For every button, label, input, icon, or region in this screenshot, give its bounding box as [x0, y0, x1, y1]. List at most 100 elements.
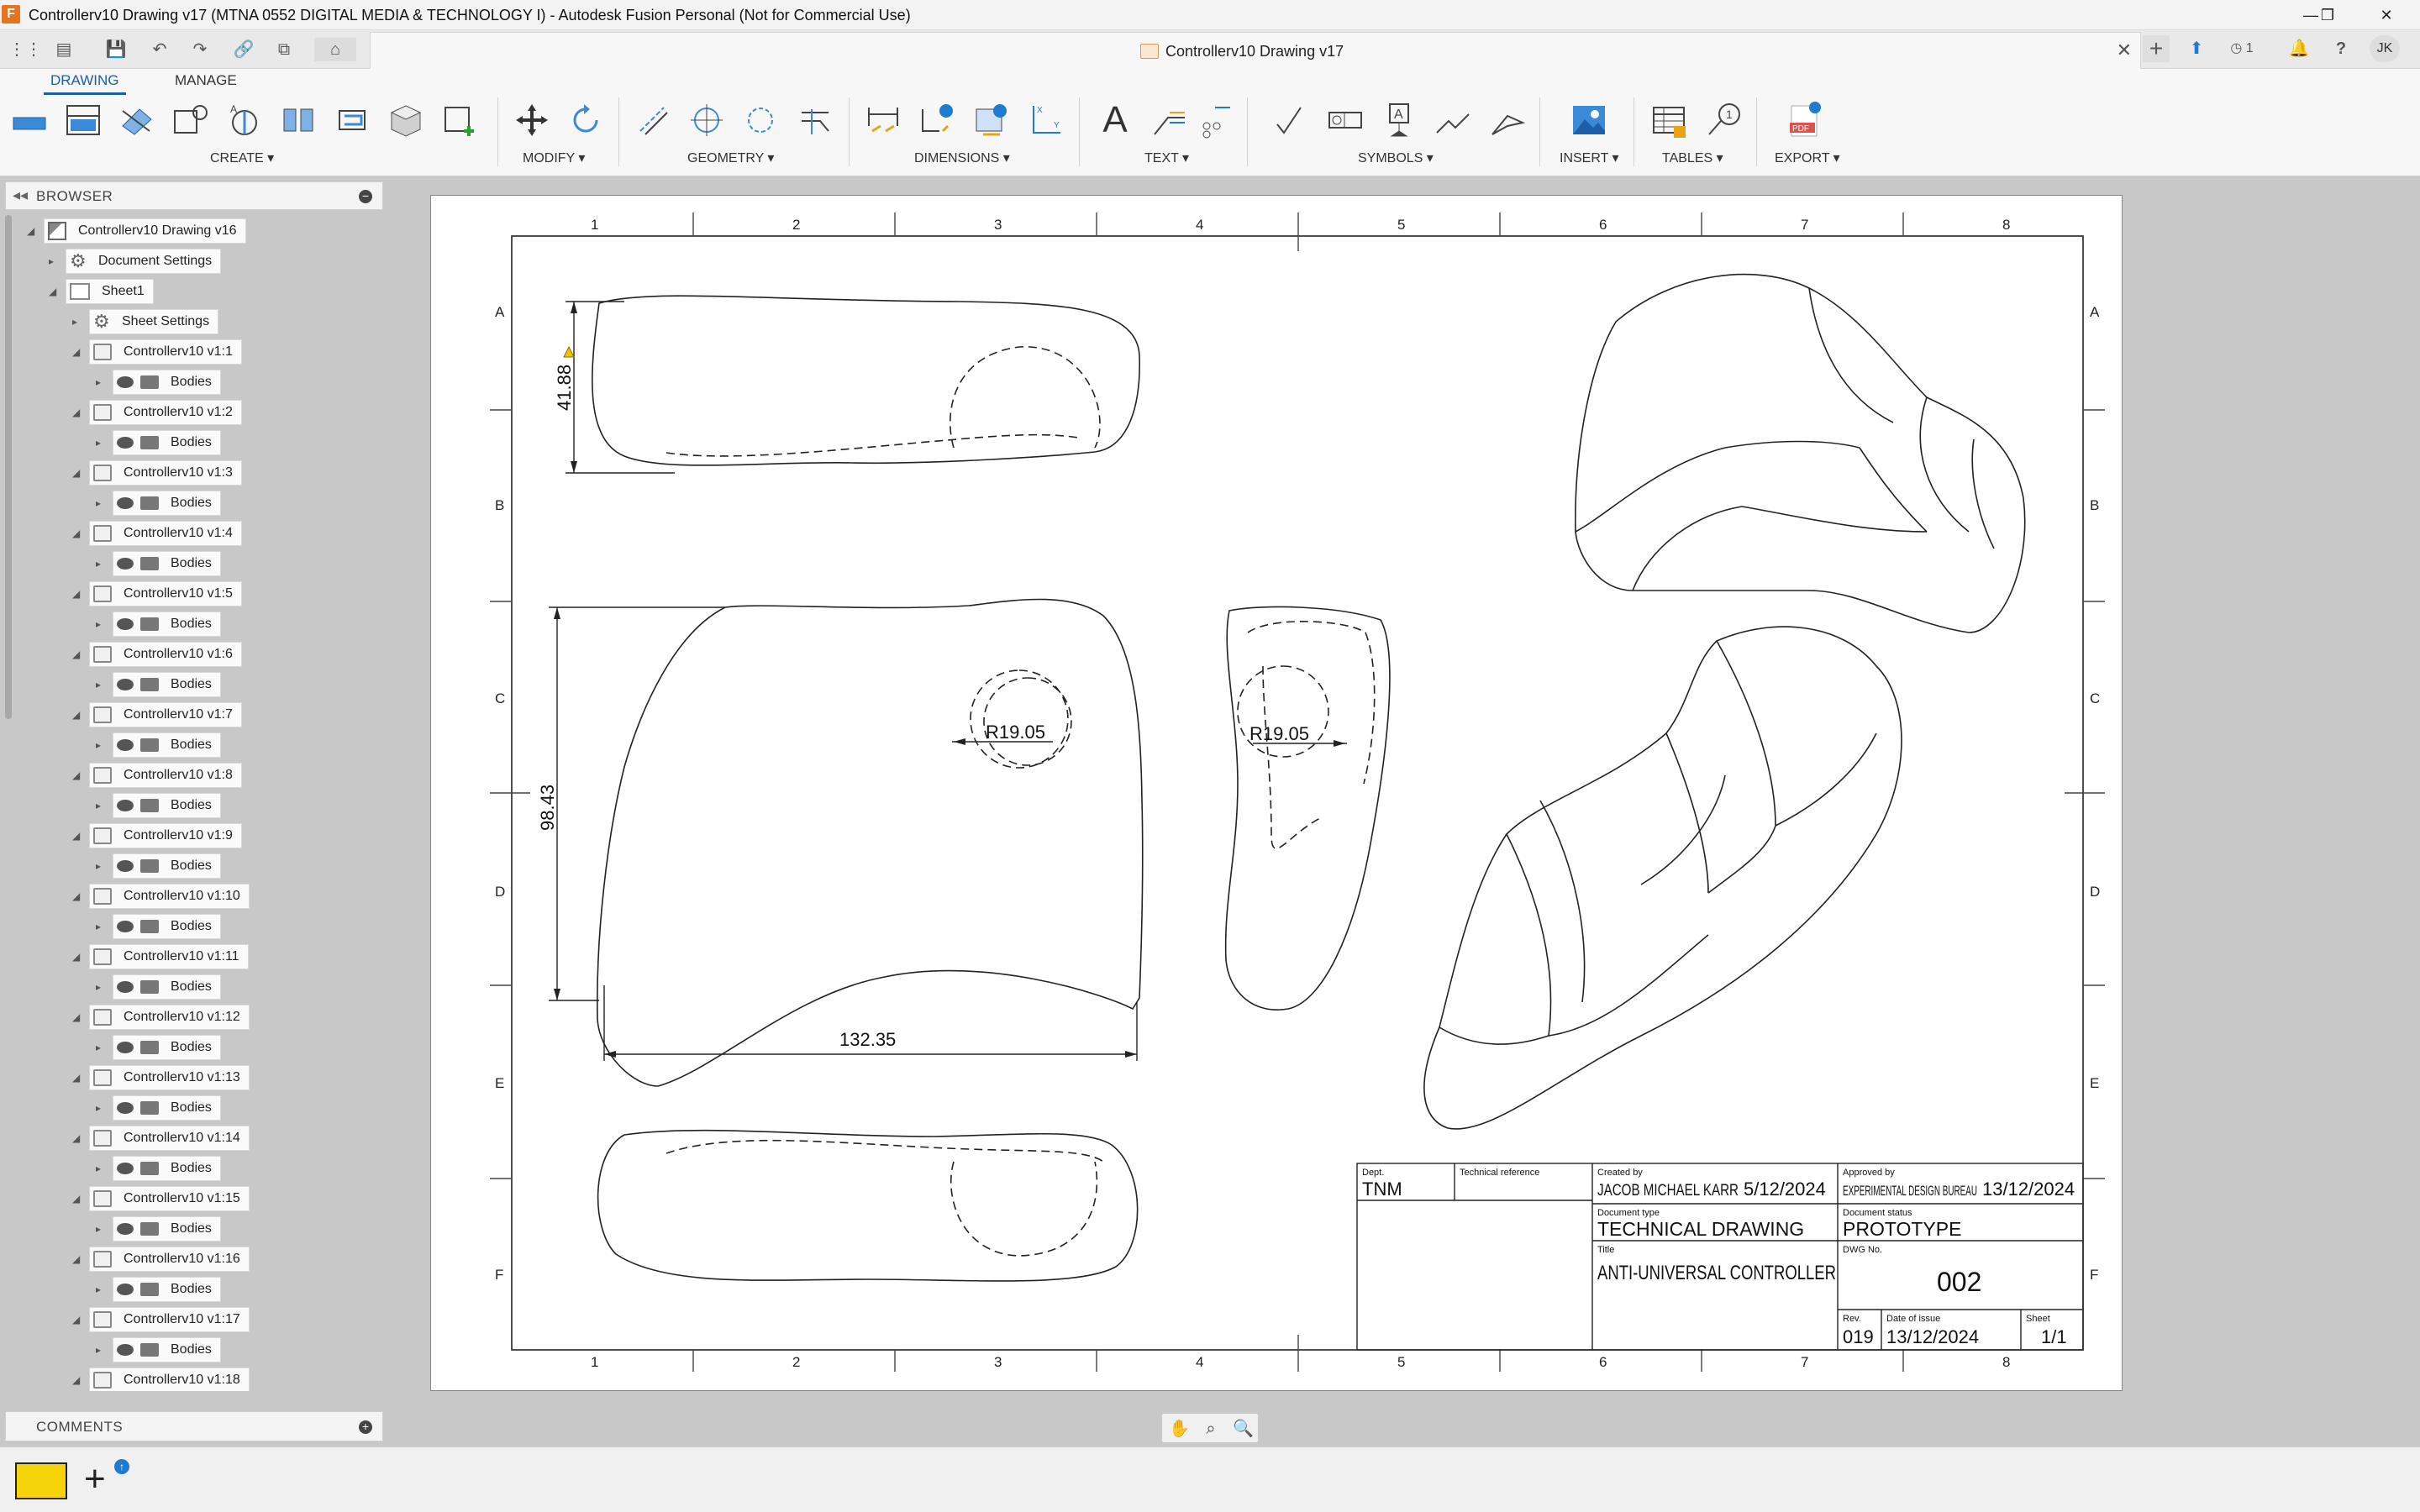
expand-icon[interactable]: ▸ — [72, 316, 77, 328]
tree-component[interactable]: ◢ Controllerv10 v1:8 — [5, 763, 383, 788]
copy-icon[interactable]: ⧉ — [272, 38, 296, 61]
user-avatar[interactable]: JK — [2370, 35, 2400, 62]
collapse-icon[interactable]: ◢ — [72, 588, 80, 600]
expand-icon[interactable]: ▸ — [96, 1163, 101, 1174]
home-icon[interactable]: ⌂ — [314, 38, 356, 61]
tab-manage[interactable]: MANAGE — [168, 72, 244, 92]
tab-drawing[interactable]: DRAWING — [44, 72, 126, 95]
expand-icon[interactable]: ▸ — [96, 1284, 101, 1295]
projected-view-icon[interactable] — [60, 97, 106, 143]
visibility-eye-icon[interactable] — [117, 679, 134, 690]
feature-control-frame-icon[interactable] — [1323, 97, 1368, 143]
move-icon[interactable] — [509, 97, 555, 143]
expand-icon[interactable]: ▸ — [96, 739, 101, 751]
visibility-eye-icon[interactable] — [117, 437, 134, 449]
taper-slope-icon[interactable] — [1484, 97, 1529, 143]
extensions-icon[interactable]: ⬆ — [2183, 35, 2210, 62]
tree-bodies-folder[interactable]: ▸ Bodies — [5, 853, 383, 879]
tree-bodies-folder[interactable]: ▸ Bodies — [5, 974, 383, 1000]
text-tool-icon[interactable]: A — [1092, 97, 1138, 143]
balloon-icon[interactable]: 1 — [1701, 97, 1746, 143]
save-icon[interactable]: 💾 — [104, 38, 128, 61]
expand-icon[interactable]: ▸ — [96, 800, 101, 811]
expand-icon[interactable]: ▸ — [49, 255, 54, 267]
insert-image-icon[interactable] — [1566, 97, 1612, 143]
expand-icon[interactable]: ▸ — [96, 376, 101, 388]
visibility-eye-icon[interactable] — [117, 497, 134, 509]
tree-component[interactable]: ◢ Controllerv10 v1:10 — [5, 884, 383, 909]
expand-icon[interactable]: ▸ — [96, 679, 101, 690]
tree-component[interactable]: ◢ Controllerv10 v1:12 — [5, 1005, 383, 1030]
minimize-browser-icon[interactable]: − — [359, 190, 372, 203]
visibility-eye-icon[interactable] — [117, 739, 134, 751]
redo-icon[interactable]: ↷ — [188, 38, 212, 61]
expand-icon[interactable]: ▸ — [96, 860, 101, 872]
tree-component[interactable]: ◢ Controllerv10 v1:15 — [5, 1186, 383, 1211]
collapse-icon[interactable]: ◢ — [72, 951, 80, 963]
text-group-label[interactable]: TEXT ▾ — [1144, 150, 1189, 166]
tree-bodies-folder[interactable]: ▸ Bodies — [5, 1095, 383, 1121]
tree-component[interactable]: ◢ Controllerv10 v1:14 — [5, 1126, 383, 1151]
welding-symbol-icon[interactable] — [1430, 97, 1476, 143]
collapse-icon[interactable]: ◢ — [72, 346, 80, 358]
section-view-icon[interactable] — [114, 97, 160, 143]
collapse-browser-icon[interactable]: ◂◂ — [13, 186, 28, 204]
baseline-dimension-icon[interactable] — [968, 97, 1013, 143]
datum-identifier-icon[interactable]: A — [1376, 97, 1422, 143]
visibility-eye-icon[interactable] — [117, 1042, 134, 1053]
base-view-icon[interactable] — [7, 97, 52, 143]
tree-bodies-folder[interactable]: ▸ Bodies — [5, 1277, 383, 1302]
create-group-label[interactable]: CREATE ▾ — [210, 150, 274, 166]
detail-view-icon[interactable] — [168, 97, 213, 143]
visibility-eye-icon[interactable] — [117, 860, 134, 872]
visibility-eye-icon[interactable] — [117, 1102, 134, 1114]
tree-component[interactable]: ◢ Controllerv10 v1:1 — [5, 339, 383, 365]
expand-icon[interactable]: ▸ — [96, 558, 101, 570]
notifications-icon[interactable]: 🔔 — [2286, 35, 2312, 62]
visibility-eye-icon[interactable] — [117, 1163, 134, 1174]
tree-bodies-folder[interactable]: ▸ Bodies — [5, 672, 383, 697]
close-window-button[interactable]: ✕ — [2370, 3, 2403, 27]
export-group-label[interactable]: EXPORT ▾ — [1775, 150, 1840, 166]
tree-document-settings[interactable]: ▸ ⚙ Document Settings — [5, 249, 383, 274]
expand-icon[interactable]: ▸ — [96, 618, 101, 630]
tree-bodies-folder[interactable]: ▸ Bodies — [5, 1216, 383, 1242]
table-icon[interactable] — [1647, 97, 1692, 143]
tree-component[interactable]: ◢ Controllerv10 v1:2 — [5, 400, 383, 425]
center-mark-pattern-icon[interactable] — [738, 97, 783, 143]
undo-icon[interactable]: ↶ — [148, 38, 171, 61]
ordinate-dimension-icon[interactable] — [914, 97, 960, 143]
tree-bodies-folder[interactable]: ▸ Bodies — [5, 1337, 383, 1362]
expand-icon[interactable]: ▸ — [96, 1042, 101, 1053]
surface-texture-icon[interactable] — [1269, 97, 1314, 143]
dimensions-group-label[interactable]: DIMENSIONS ▾ — [914, 150, 1010, 166]
help-icon[interactable]: ? — [2328, 35, 2354, 62]
collapse-icon[interactable]: ◢ — [72, 890, 80, 902]
pdf-export-icon[interactable]: PDF — [1781, 97, 1827, 143]
expand-icon[interactable]: ▸ — [96, 1344, 101, 1356]
visibility-eye-icon[interactable] — [117, 376, 134, 388]
visibility-eye-icon[interactable] — [117, 558, 134, 570]
expand-icon[interactable]: ▸ — [96, 1223, 101, 1235]
tree-bodies-folder[interactable]: ▸ Bodies — [5, 1156, 383, 1181]
collapse-icon[interactable]: ◢ — [72, 1253, 80, 1265]
visibility-eye-icon[interactable] — [117, 800, 134, 811]
tree-component[interactable]: ◢ Controllerv10 v1:17 — [5, 1307, 383, 1332]
break-line-icon[interactable] — [276, 97, 321, 143]
overlay-view-icon[interactable] — [329, 97, 375, 143]
collapse-icon[interactable]: ◢ — [72, 1011, 80, 1023]
tree-bodies-folder[interactable]: ▸ Bodies — [5, 551, 383, 576]
tree-component[interactable]: ◢ Controllerv10 v1:6 — [5, 642, 383, 667]
visibility-eye-icon[interactable] — [117, 921, 134, 932]
visibility-eye-icon[interactable] — [117, 1344, 134, 1356]
drawing-sheet[interactable]: 1 2 3 4 5 6 7 8 1 2 3 4 5 6 7 8 A B C D … — [430, 195, 2123, 1391]
close-tab-icon[interactable]: ✕ — [2117, 39, 2132, 61]
new-tab-button[interactable]: + — [2143, 35, 2170, 62]
pan-icon[interactable]: ✋ — [1169, 1419, 1190, 1439]
collapse-icon[interactable]: ◢ — [72, 528, 80, 539]
app-grid-icon[interactable]: ⋮⋮ — [8, 38, 42, 61]
zoom-icon[interactable]: 🔍 — [1233, 1419, 1254, 1439]
geometry-group-label[interactable]: GEOMETRY ▾ — [687, 150, 774, 166]
zoom-window-icon[interactable]: ⌕ — [1201, 1419, 1221, 1439]
expand-icon[interactable]: ▸ — [96, 437, 101, 449]
